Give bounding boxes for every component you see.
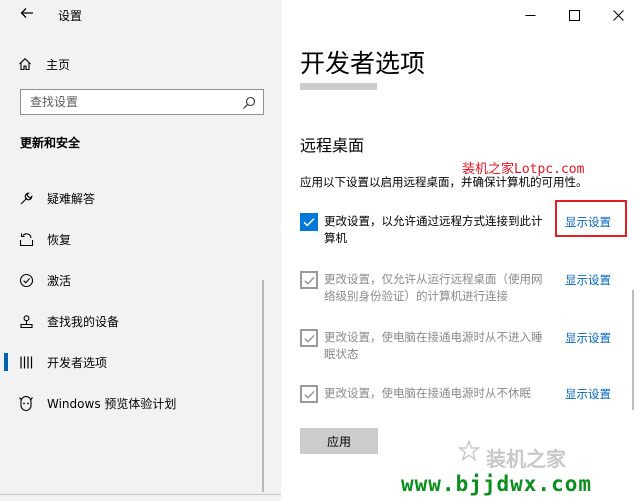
sidebar-item-label: 查找我的设备 [47,314,120,329]
option-label: 更改设置，仅允许从运行远程桌面（使用网络级别身份验证）的计算机进行连接 [324,272,543,303]
main-content: 开发者选项 远程桌面 装机之家Lotpc.com 应用以下设置以启用远程桌面，并… [281,0,640,501]
sidebar-item-label: Windows 预览体验计划 [47,396,177,411]
sidebar-item-label: 主页 [46,57,71,72]
home-icon [18,57,32,71]
search-box [20,89,264,115]
highlight-annotation [555,200,627,237]
sidebar-item-label: 疑难解答 [47,191,96,206]
developer-icon [18,354,34,370]
option-checkbox[interactable] [300,329,318,347]
activation-icon [18,272,34,288]
insider-icon [18,395,34,411]
option-label: 更改设置，使电脑在接通电源时从不休眠 [324,386,531,400]
maximize-icon[interactable] [552,0,596,30]
page-title: 开发者选项 [300,49,426,78]
show-settings-link[interactable]: 显示设置 [565,386,611,402]
search-input[interactable] [21,90,230,114]
star-logo-icon [457,439,481,462]
watermark-bottom: www.bjjdwx.com [401,472,593,496]
sidebar-item-label: 开发者选项 [47,355,108,370]
apply-button[interactable]: 应用 [300,428,378,454]
window-title: 设置 [58,9,83,23]
divider [0,494,281,495]
checkmark-icon [303,218,315,227]
checkmark-icon [303,334,315,343]
sidebar-scrollbar[interactable] [262,280,264,492]
option-label: 更改设置，以允许通过远程方式连接到此计算机 [324,214,543,245]
sidebar-item-find-device[interactable]: 查找我的设备 [18,309,273,333]
section-title: 远程桌面 [300,136,365,155]
sidebar-item-label: 恢复 [47,232,72,247]
watermark-mid: 装机之家 [486,447,566,471]
option-label: 更改设置，使电脑在接通电源时从不进入睡眠状态 [324,330,543,361]
sidebar-item-developer[interactable]: 开发者选项 [4,350,273,374]
search-icon[interactable] [242,95,256,109]
option-checkbox[interactable] [300,213,318,231]
window-controls [508,0,640,30]
show-settings-link[interactable]: 显示设置 [565,330,611,346]
sidebar-item-activation[interactable]: 激活 [18,268,273,292]
title-underline [300,83,377,90]
close-icon[interactable] [596,0,640,30]
checkmark-icon [303,390,315,399]
wrench-icon [18,190,34,206]
sidebar-item-insider[interactable]: Windows 预览体验计划 [18,391,273,415]
sidebar-item-recovery[interactable]: 恢复 [18,227,273,251]
sidebar-item-troubleshoot[interactable]: 疑难解答 [18,186,273,210]
sidebar: 设置 主页 更新和安全 疑难解答 恢复 激活 查找我的设备 [0,0,281,501]
find-device-icon [18,313,34,329]
back-arrow-icon[interactable] [14,4,40,26]
sidebar-item-home[interactable]: 主页 [18,52,268,76]
main-scrollbar[interactable] [632,290,634,410]
sidebar-item-label: 激活 [47,273,72,288]
recovery-icon [18,231,34,247]
option-checkbox[interactable] [300,385,318,403]
option-checkbox[interactable] [300,271,318,289]
section-heading: 更新和安全 [20,136,81,150]
checkmark-icon [303,276,315,285]
minimize-icon[interactable] [508,0,552,30]
show-settings-link[interactable]: 显示设置 [565,272,611,288]
section-description: 应用以下设置以启用远程桌面，并确保计算机的可用性。 [300,175,588,189]
